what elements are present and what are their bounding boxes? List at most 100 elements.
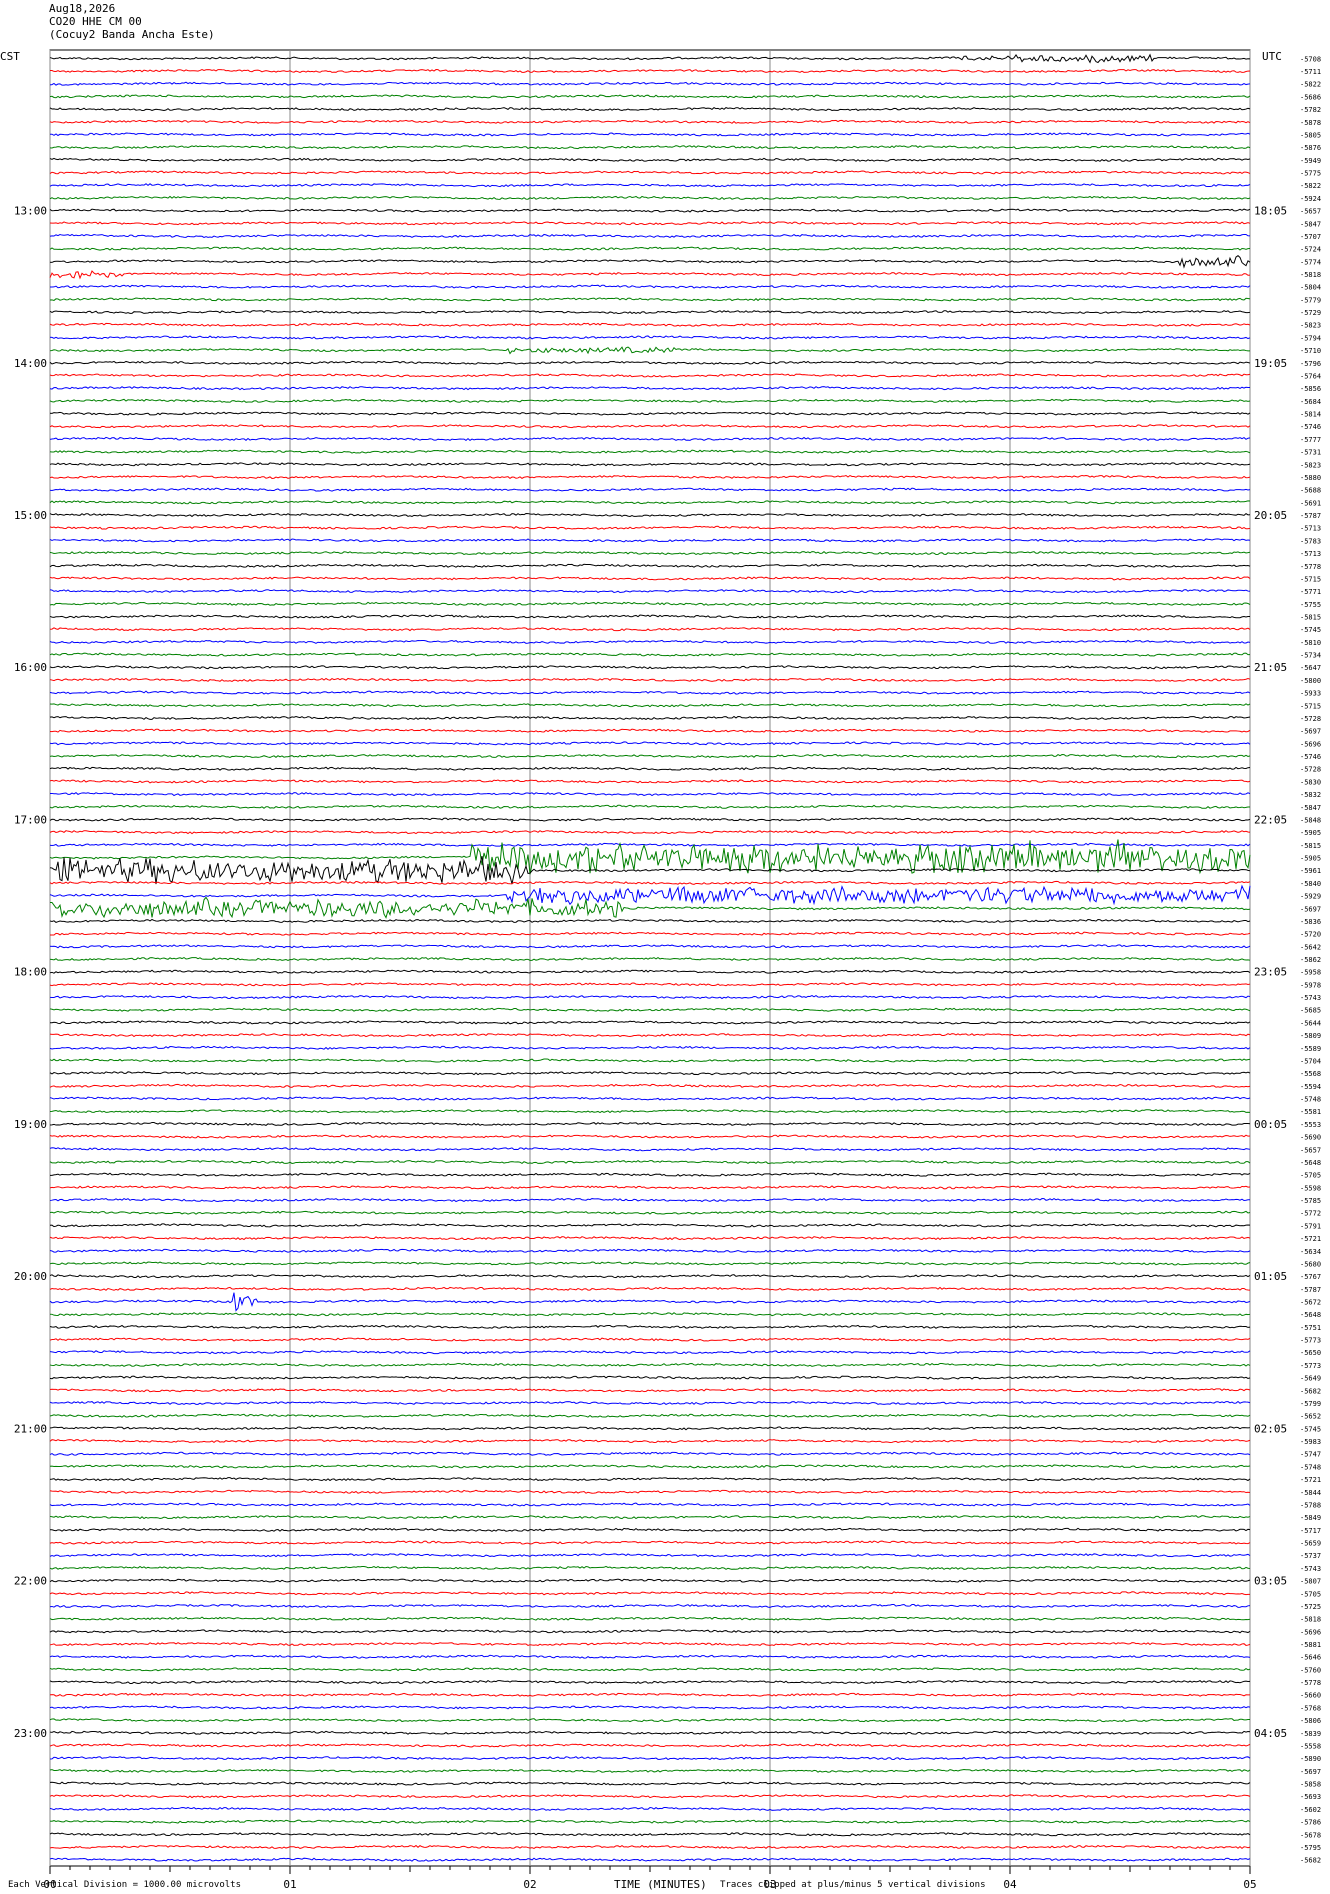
trace-mean-label: -5721 (1300, 1476, 1321, 1484)
trace-line (49, 1362, 1251, 1367)
trace-line (49, 779, 1251, 784)
trace-mean-label: -5743 (1300, 994, 1321, 1002)
trace-line (49, 1730, 1251, 1735)
trace-mean-label: -5768 (1300, 1704, 1321, 1712)
trace-mean-label: -5721 (1300, 1235, 1321, 1243)
trace-line (49, 360, 1251, 365)
trace-mean-label: -5862 (1300, 956, 1321, 964)
trace-mean-label: -5690 (1300, 1134, 1321, 1142)
trace-mean-label: -5785 (1300, 1197, 1321, 1205)
trace-line (49, 81, 1251, 86)
trace-line (49, 335, 1251, 340)
trace-mean-label: -5822 (1300, 182, 1321, 190)
trace-line (49, 1248, 1251, 1253)
trace-line (49, 69, 1251, 74)
right-time-label: 00:05 (1254, 1118, 1287, 1131)
trace-line (49, 601, 1251, 606)
trace-line (49, 424, 1251, 429)
trace-line (49, 1375, 1251, 1380)
trace-line (49, 284, 1251, 289)
trace-line (49, 1096, 1251, 1101)
trace-line (49, 1743, 1251, 1748)
right-time-label: 01:05 (1254, 1270, 1287, 1283)
trace-mean-label: -5814 (1300, 411, 1321, 419)
trace-line (49, 1679, 1251, 1685)
trace-line (49, 1768, 1251, 1773)
trace-mean-label: -5657 (1300, 208, 1321, 216)
trace-line (49, 741, 1251, 746)
trace-mean-label: -5905 (1300, 855, 1321, 863)
trace-mean-label: -5848 (1300, 816, 1321, 824)
left-time-label: 19:00 (14, 1118, 47, 1131)
clip-note: Traces clipped at plus/minus 5 vertical … (720, 1880, 986, 1890)
trace-mean-label: -5729 (1300, 309, 1321, 317)
trace-mean-label: -5685 (1300, 1007, 1321, 1015)
trace-mean-label: -5747 (1300, 1451, 1321, 1459)
trace-line (49, 1083, 1251, 1088)
trace-line (49, 474, 1251, 479)
trace-mean-label: -5660 (1300, 1692, 1321, 1700)
trace-line (49, 1223, 1251, 1228)
trace-line (49, 1553, 1251, 1558)
trace-mean-label: -5815 (1300, 613, 1321, 621)
trace-line (49, 1324, 1251, 1329)
trace-mean-label: -5856 (1300, 385, 1321, 393)
x-tick-label: 01 (283, 1878, 296, 1891)
trace-mean-label: -5783 (1300, 537, 1321, 545)
trace-mean-label: -5682 (1300, 1857, 1321, 1865)
trace-line (49, 1261, 1251, 1266)
trace-line (49, 830, 1251, 835)
right-time-label: 18:05 (1254, 205, 1287, 218)
left-time-label: 18:00 (14, 966, 47, 979)
trace-mean-label: -5961 (1300, 867, 1321, 875)
trace-mean-label: -5760 (1300, 1666, 1321, 1674)
trace-mean-label: -5832 (1300, 791, 1321, 799)
trace-line (49, 639, 1251, 644)
x-tick-label: 04 (1003, 1878, 1017, 1891)
right-time-label: 21:05 (1254, 661, 1287, 674)
right-time-label: 04:05 (1254, 1727, 1287, 1740)
trace-line (49, 1667, 1251, 1672)
trace-line (49, 944, 1251, 949)
left-time-label: 15:00 (14, 509, 47, 522)
trace-mean-label: -5815 (1300, 842, 1321, 850)
trace-mean-label: -5568 (1300, 1070, 1321, 1078)
trace-line (49, 1565, 1251, 1570)
trace-mean-label: -5839 (1300, 1730, 1321, 1738)
trace-line (49, 183, 1251, 188)
trace-mean-label: -5707 (1300, 233, 1321, 241)
trace-line (49, 1350, 1251, 1355)
trace-mean-label: -5648 (1300, 1311, 1321, 1319)
trace-mean-label: -5809 (1300, 1032, 1321, 1040)
trace-line (49, 792, 1251, 797)
trace-line (49, 449, 1251, 454)
trace-mean-label: -5978 (1300, 981, 1321, 989)
trace-line (49, 322, 1251, 327)
trace-line (49, 1210, 1251, 1215)
trace-mean-label: -5836 (1300, 918, 1321, 926)
trace-mean-label: -5728 (1300, 715, 1321, 723)
trace-mean-label: -5773 (1300, 1362, 1321, 1370)
trace-line (49, 1540, 1251, 1545)
trace-mean-label: -5737 (1300, 1552, 1321, 1560)
trace-line (49, 665, 1251, 670)
trace-mean-label: -5602 (1300, 1806, 1321, 1814)
trace-mean-label: -5720 (1300, 931, 1321, 939)
trace-line (49, 884, 1251, 906)
trace-line (49, 652, 1251, 657)
scale-note: Each Vertical Division = 1000.00 microvo… (8, 1880, 241, 1890)
trace-line (49, 956, 1251, 962)
trace-mean-label: -5642 (1300, 943, 1321, 951)
trace-line (49, 1515, 1251, 1520)
trace-line (49, 754, 1251, 759)
trace-mean-label: -5648 (1300, 1159, 1321, 1167)
left-time-label: 14:00 (14, 357, 47, 370)
trace-line (49, 842, 1251, 847)
right-time-label: 19:05 (1254, 357, 1287, 370)
trace-mean-label: -5594 (1300, 1083, 1321, 1091)
trace-mean-label: -5933 (1300, 690, 1321, 698)
trace-mean-label: -5715 (1300, 702, 1321, 710)
trace-mean-label: -5644 (1300, 1019, 1321, 1027)
trace-mean-label: -5649 (1300, 1375, 1321, 1383)
trace-mean-label: -5810 (1300, 639, 1321, 647)
